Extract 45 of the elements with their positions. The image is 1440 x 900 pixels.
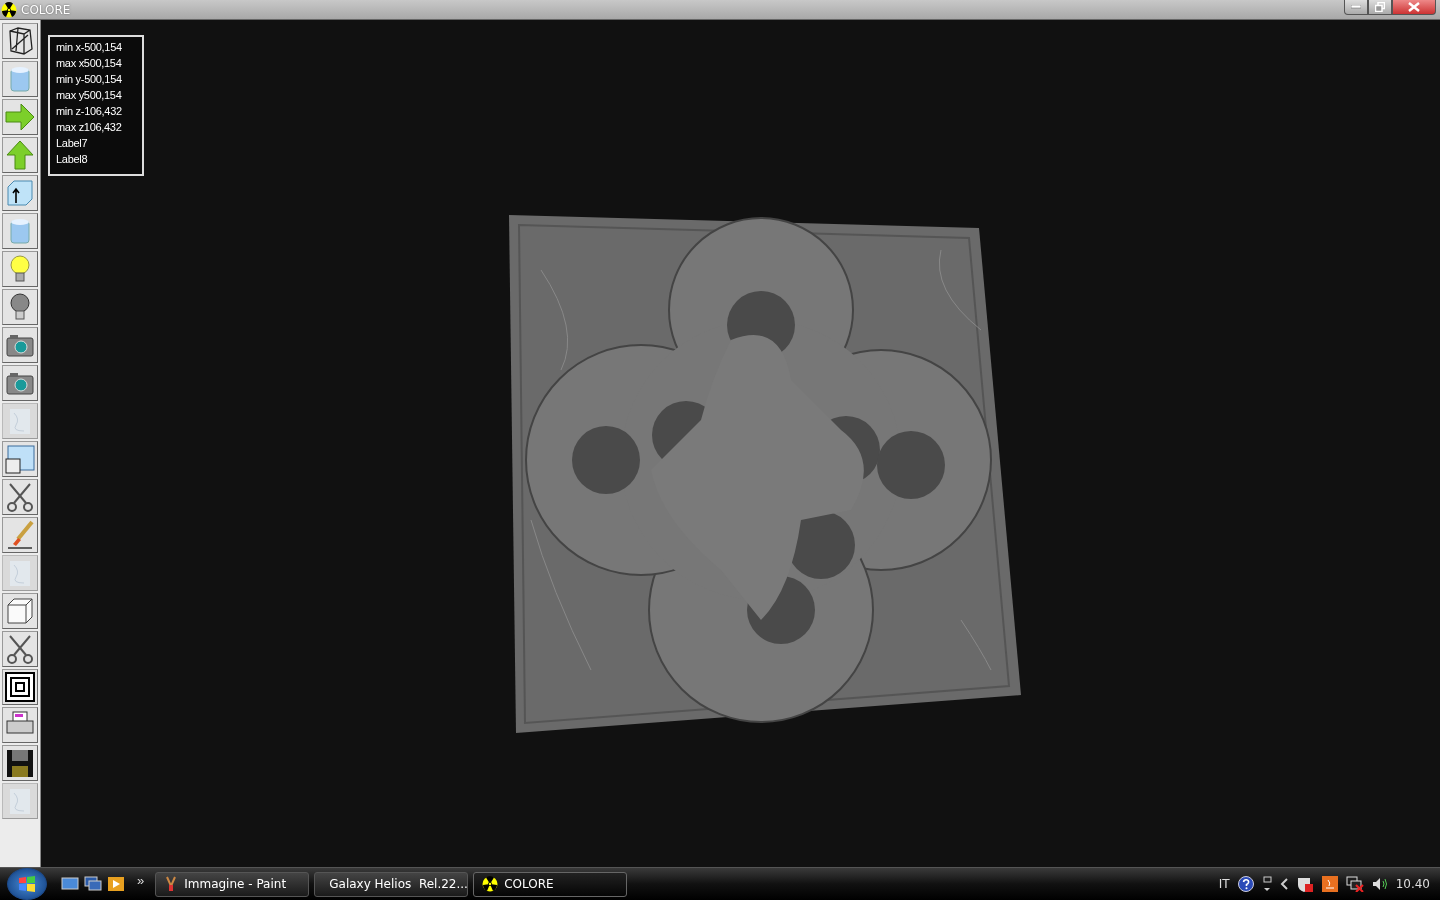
shield-icon[interactable] [1295, 876, 1314, 892]
toolbar-button[interactable] [2, 175, 38, 211]
right-arrow-icon [4, 101, 36, 133]
start-button[interactable] [7, 868, 47, 900]
up-arrow-icon [4, 139, 36, 171]
network-disconnected-icon[interactable] [1345, 876, 1364, 892]
help-icon[interactable] [1237, 876, 1254, 892]
info-label: max y500,154 [56, 88, 123, 103]
chevron-left-icon[interactable] [1279, 878, 1288, 890]
minimize-icon [1351, 5, 1361, 9]
info-label: Label8 [56, 152, 89, 167]
speaker-icon[interactable] [1371, 876, 1388, 892]
minimize-button[interactable] [1344, 0, 1368, 15]
info-label: min y-500,154 [56, 72, 123, 87]
toolbar-button[interactable] [2, 669, 38, 705]
toolbar-button[interactable] [2, 745, 38, 781]
restore-icon [1375, 2, 1385, 12]
info-label: min z-106,432 [56, 104, 123, 119]
radiation-icon [1, 1, 17, 18]
close-icon [1408, 2, 1420, 12]
overlapping-panes-icon [4, 443, 36, 475]
desktop-icon[interactable] [61, 876, 79, 892]
scissors-icon [4, 633, 36, 665]
scissors-icon [4, 481, 36, 513]
switch-windows-icon[interactable] [84, 876, 102, 892]
info-label: Label7 [56, 136, 89, 151]
cube-icon [4, 595, 36, 627]
concentric-squares-icon [4, 671, 36, 703]
box-with-arrow-icon [4, 177, 36, 209]
toolbar-button[interactable] [2, 23, 38, 59]
overflow-button[interactable]: » [137, 872, 145, 888]
taskbar-button[interactable]: Immagine - Paint [155, 871, 310, 897]
info-label: max x500,154 [56, 56, 123, 71]
info-label: max z106,432 [56, 120, 123, 135]
taskbar-button[interactable]: COLORE [473, 871, 628, 897]
close-button[interactable] [1392, 0, 1436, 15]
media-player-icon[interactable] [107, 876, 125, 892]
windows-logo-icon [18, 875, 36, 893]
clock[interactable]: 10.40 [1395, 877, 1430, 891]
language-indicator[interactable]: IT [1218, 877, 1230, 891]
taskbar-button[interactable]: Galaxy Helios Rel.22... [314, 871, 469, 897]
window-title: COLORE [21, 2, 71, 17]
info-label: min x-500,154 [56, 40, 123, 55]
restore-button[interactable] [1368, 0, 1392, 15]
radiation-icon [482, 876, 499, 892]
